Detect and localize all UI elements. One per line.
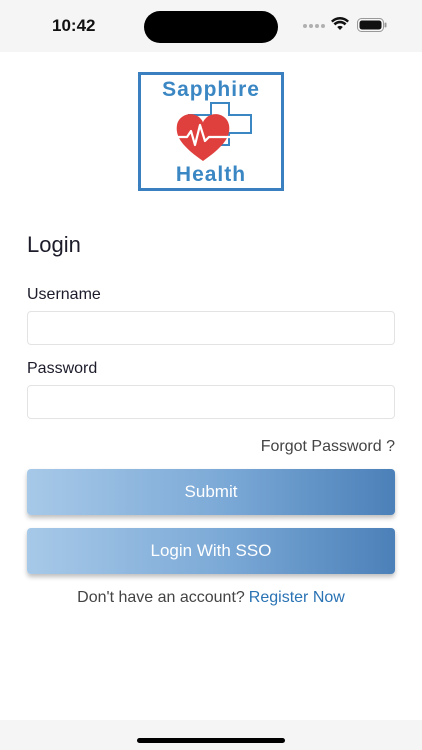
bottom-safe-area — [0, 720, 422, 750]
cellular-signal-icon — [303, 24, 325, 30]
password-input[interactable] — [27, 385, 395, 419]
status-bar: 10:42 — [0, 0, 422, 52]
forgot-password-link[interactable]: Forgot Password ? — [261, 438, 395, 456]
register-now-link[interactable]: Register Now — [249, 589, 345, 606]
sapphire-health-logo: Sapphire Health — [138, 72, 284, 191]
logo-graphic — [173, 102, 252, 161]
username-input[interactable] — [27, 311, 395, 345]
battery-icon — [357, 18, 387, 32]
logo-bottom-text: Health — [175, 163, 247, 186]
password-label: Password — [27, 360, 98, 377]
username-label: Username — [27, 286, 101, 303]
logo-top-text: Sapphire — [162, 78, 260, 101]
page-title: Login — [27, 232, 81, 257]
status-time: 10:42 — [52, 16, 96, 35]
home-indicator[interactable] — [137, 738, 285, 743]
register-prompt-text: Don't have an account? — [77, 589, 245, 606]
submit-button[interactable]: Submit — [27, 469, 395, 515]
wifi-icon — [331, 17, 349, 30]
sso-login-button[interactable]: Login With SSO — [27, 528, 395, 574]
dynamic-island — [144, 11, 278, 43]
register-prompt: Don't have an account? Register Now — [0, 589, 422, 607]
